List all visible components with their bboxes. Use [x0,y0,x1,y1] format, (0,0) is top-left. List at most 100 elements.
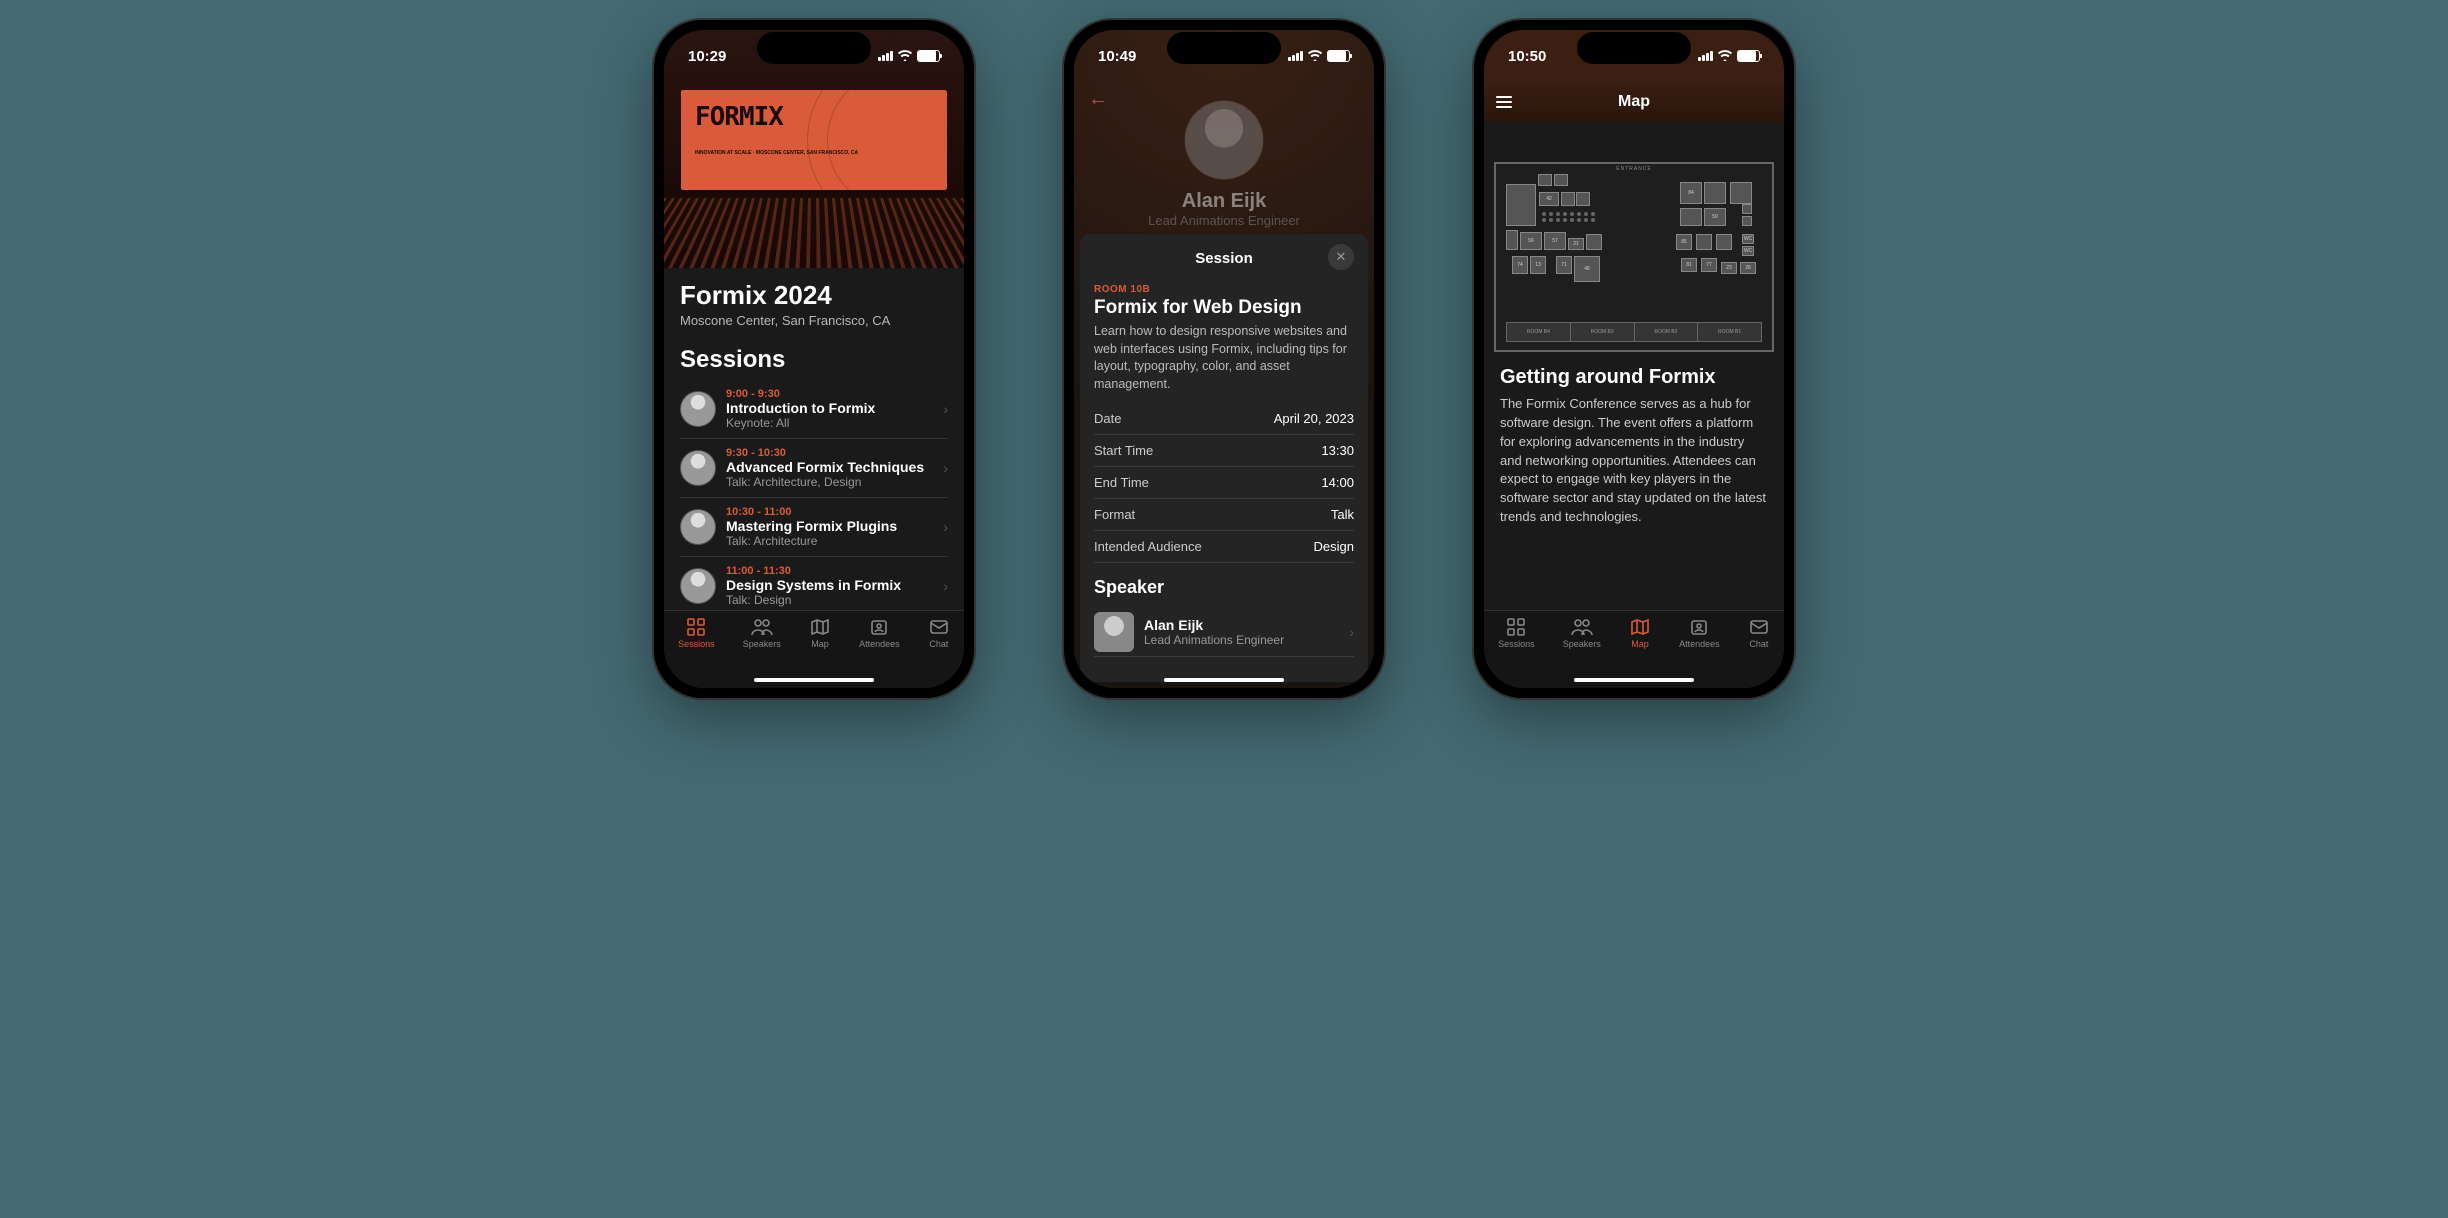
speaker-name: Alan Eijk [1074,190,1374,213]
map-icon [809,617,831,637]
cellular-icon [1698,51,1713,61]
people-icon [751,617,773,637]
speaker-avatar [680,391,716,427]
session-meta: Keynote: All [726,416,933,430]
clock: 10:29 [688,48,726,65]
detail-row-format: FormatTalk [1094,499,1354,531]
speaker-name: Alan Eijk [1144,617,1284,633]
battery-icon [1737,50,1760,62]
map-body: The Formix Conference serves as a hub fo… [1484,389,1784,527]
session-meta: Talk: Architecture [726,534,933,548]
clock: 10:50 [1508,48,1546,65]
detail-row-end: End Time14:00 [1094,467,1354,499]
tab-label: Map [811,639,829,649]
session-title: Mastering Formix Plugins [726,518,933,534]
tab-chat[interactable]: Chat [928,617,950,688]
tab-label: Chat [1749,639,1768,649]
detail-row-start: Start Time13:30 [1094,435,1354,467]
banner-logo: FORMIX [695,102,783,132]
nav-bar: Map [1484,82,1784,122]
speaker-avatar [680,450,716,486]
sheet-title: Session [1195,250,1253,267]
battery-icon [917,50,940,62]
tab-label: Speakers [743,639,781,649]
grid-icon [685,617,707,637]
home-indicator[interactable] [754,678,874,682]
tab-label: Sessions [678,639,715,649]
hero-auditorium [664,198,964,268]
venue-map[interactable]: ENTRANCE 42 56 57 21 74 13 71 48 [1494,162,1774,352]
sessions-heading: Sessions [680,346,948,374]
tab-sessions[interactable]: Sessions [678,617,715,688]
speaker-avatar [680,509,716,545]
bottom-rooms: ROOM B4 ROOM B3 ROOM B2 ROOM B1 [1506,322,1762,342]
session-time: 9:00 - 9:30 [726,388,933,400]
chevron-right-icon: › [943,460,948,476]
speaker-role: Lead Animations Engineer [1144,633,1284,647]
speaker-avatar [1094,612,1134,652]
wifi-icon [897,48,913,65]
room-label: ROOM B4 [1507,323,1571,341]
notch [757,32,871,64]
session-title: Formix for Web Design [1094,297,1354,319]
room-label: ROOM B3 [1571,323,1635,341]
mail-icon [928,617,950,637]
menu-button[interactable] [1496,96,1512,108]
mail-icon [1748,617,1770,637]
notch [1167,32,1281,64]
session-row[interactable]: 10:30 - 11:00 Mastering Formix Plugins T… [680,498,948,557]
notch [1577,32,1691,64]
session-row[interactable]: 9:00 - 9:30 Introduction to Formix Keyno… [680,380,948,439]
home-indicator[interactable] [1164,678,1284,682]
map-heading: Getting around Formix [1484,366,1784,389]
grid-icon [1505,617,1527,637]
badge-icon [1688,617,1710,637]
session-description: Learn how to design responsive websites … [1094,323,1354,393]
speaker-avatar [1184,100,1264,180]
cellular-icon [1288,51,1303,61]
chevron-right-icon: › [943,401,948,417]
session-title: Advanced Formix Techniques [726,459,933,475]
room-tag: ROOM 10B [1094,284,1354,295]
tab-label: Attendees [859,639,900,649]
session-meta: Talk: Architecture, Design [726,475,933,489]
entrance-label: ENTRANCE [1616,166,1652,172]
tab-sessions[interactable]: Sessions [1498,617,1535,688]
close-button[interactable]: ✕ [1328,244,1354,270]
session-sheet: Session ✕ ROOM 10B Formix for Web Design… [1080,234,1368,682]
speaker-row[interactable]: Alan Eijk Lead Animations Engineer › [1094,608,1354,657]
chevron-right-icon: › [1349,624,1354,640]
battery-icon [1327,50,1350,62]
session-meta: Talk: Design [726,593,933,607]
event-banner: FORMIX INNOVATION AT SCALE · MOSCONE CEN… [681,90,947,190]
session-time: 10:30 - 11:00 [726,506,933,518]
tab-chat[interactable]: Chat [1748,617,1770,688]
speaker-heading: Speaker [1094,577,1354,598]
map-icon [1629,617,1651,637]
cellular-icon [878,51,893,61]
wifi-icon [1717,48,1733,65]
event-location: Moscone Center, San Francisco, CA [680,313,948,328]
detail-row-audience: Intended AudienceDesign [1094,531,1354,563]
chevron-right-icon: › [943,519,948,535]
session-time: 9:30 - 10:30 [726,447,933,459]
nav-title: Map [1618,93,1650,111]
wifi-icon [1307,48,1323,65]
device-sessions: 10:29 FORMIX INNOVATION AT SCALE · MOSCO… [654,20,974,698]
home-indicator[interactable] [1574,678,1694,682]
speaker-profile-backdrop: Alan Eijk Lead Animations Engineer [1074,100,1374,228]
session-row[interactable]: 11:00 - 11:30 Design Systems in Formix T… [680,557,948,615]
tab-label: Sessions [1498,639,1535,649]
speaker-avatar [680,568,716,604]
session-title: Design Systems in Formix [726,577,933,593]
event-title: Formix 2024 [680,280,948,311]
close-icon: ✕ [1336,249,1347,265]
session-time: 11:00 - 11:30 [726,565,933,577]
people-icon [1571,617,1593,637]
tab-label: Attendees [1679,639,1720,649]
detail-row-date: DateApril 20, 2023 [1094,403,1354,435]
badge-icon [868,617,890,637]
chevron-right-icon: › [943,578,948,594]
room-label: ROOM B1 [1698,323,1761,341]
session-row[interactable]: 9:30 - 10:30 Advanced Formix Techniques … [680,439,948,498]
